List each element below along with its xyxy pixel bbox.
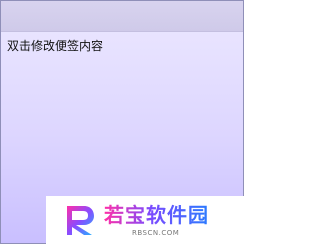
note-placeholder-text: 双击修改便签内容 [7, 39, 104, 53]
rbscn-logo-icon [67, 206, 94, 235]
watermark-title: 若宝软件园 [104, 203, 209, 227]
note-title-bar[interactable] [1, 1, 243, 32]
watermark: 若宝软件园 RBSCN.COM [46, 196, 244, 244]
watermark-url: RBSCN.COM [132, 229, 180, 237]
